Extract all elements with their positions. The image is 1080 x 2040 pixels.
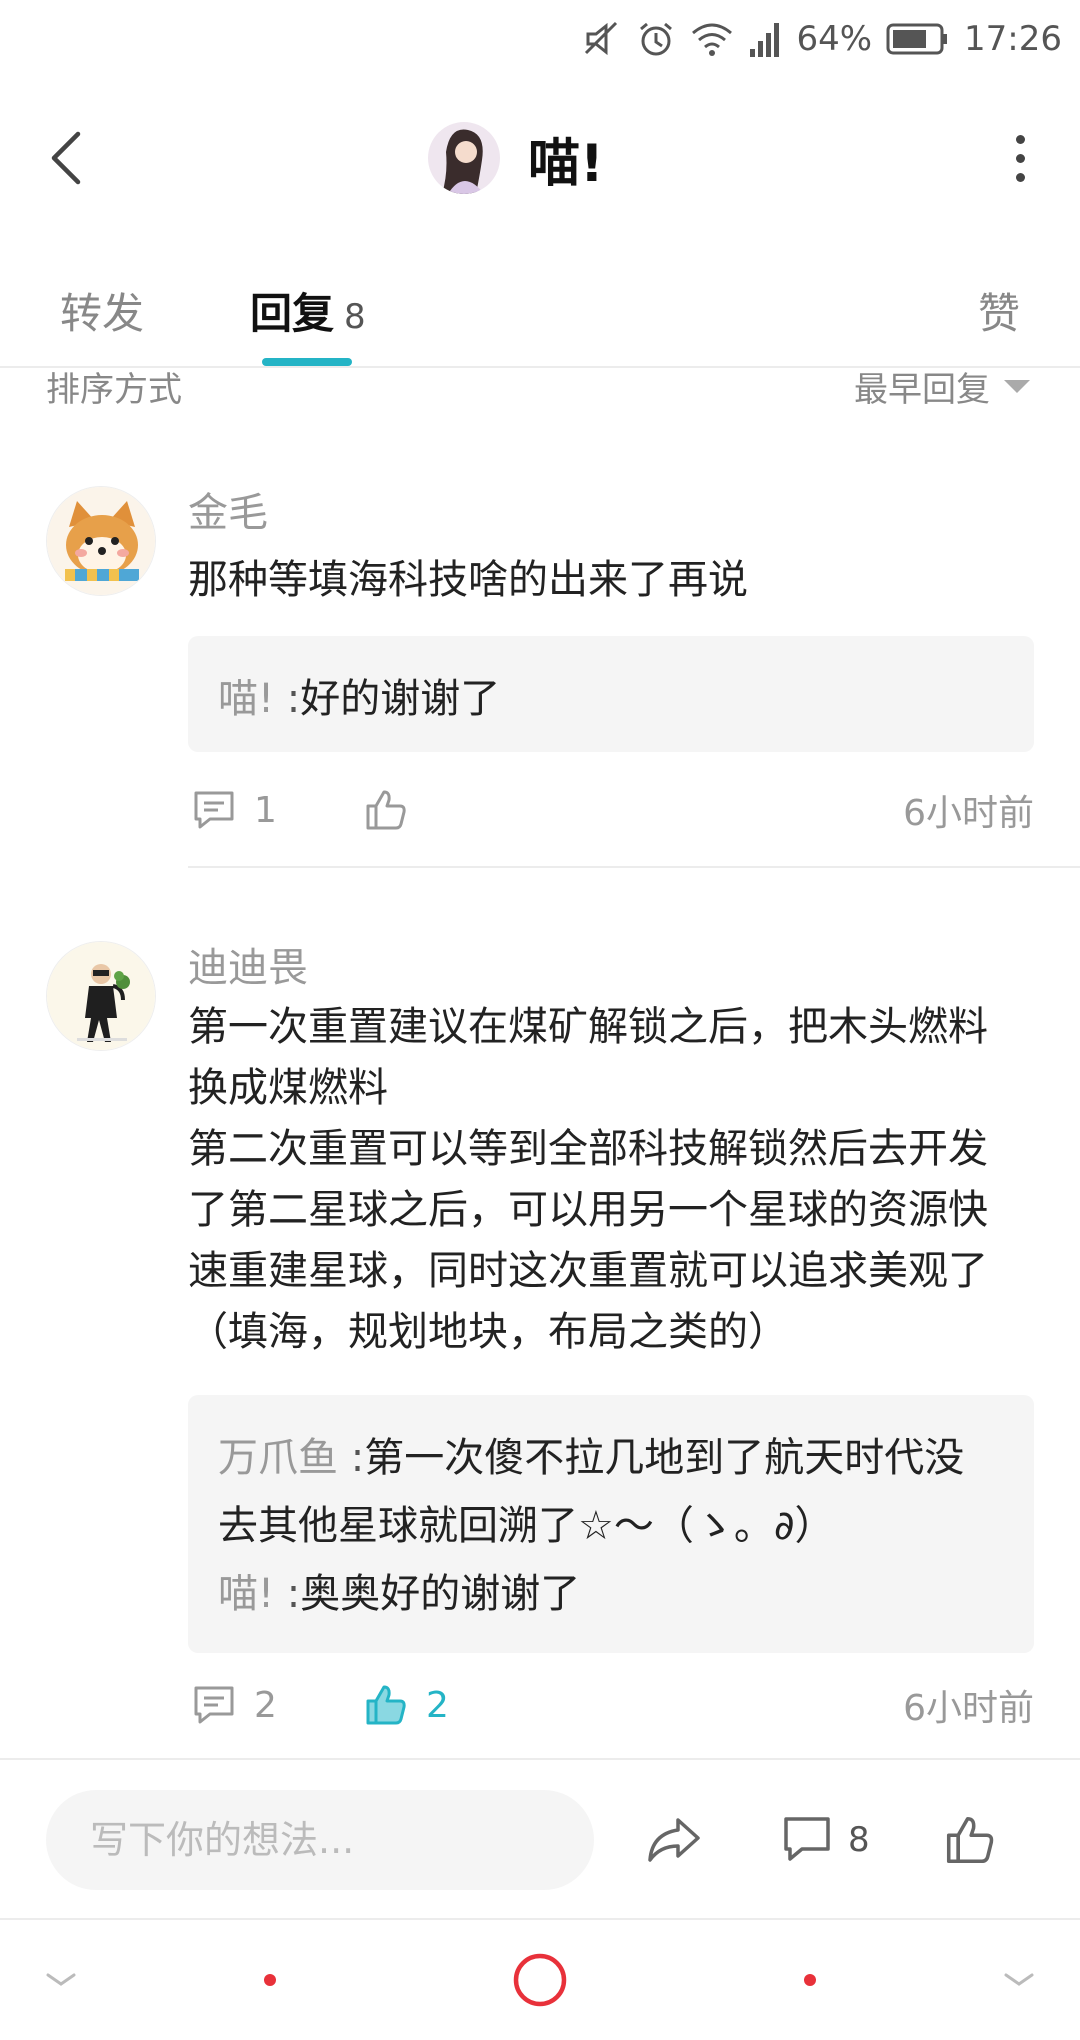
sort-bar: 排序方式 最早回复	[0, 360, 1080, 430]
back-button[interactable]	[36, 120, 96, 196]
reply-preview-box[interactable]: 喵! :好的谢谢了	[188, 636, 1034, 752]
tab-like[interactable]: 赞	[978, 280, 1020, 341]
divider	[188, 866, 1080, 868]
thumbs-up-icon	[946, 1816, 994, 1864]
comment-actions: 2 2 6小时前	[188, 1675, 1034, 1735]
reply-author: 万爪鱼	[218, 1435, 338, 1481]
like-post-button[interactable]	[944, 1800, 996, 1880]
reply-button[interactable]: 2	[192, 1675, 277, 1735]
reply-text: 奥奥好的谢谢了	[300, 1571, 581, 1617]
comments-count: 8	[848, 1820, 870, 1860]
sort-label: 排序方式	[46, 370, 182, 410]
share-button[interactable]	[644, 1800, 702, 1880]
caret-down-icon	[1004, 380, 1030, 393]
alarm-icon	[636, 19, 676, 59]
share-arrow-icon	[648, 1818, 700, 1862]
clock-time: 17:26	[964, 19, 1062, 59]
reply-author: 喵!	[218, 1571, 275, 1617]
thumbs-up-filled-icon	[366, 1685, 406, 1725]
reply-preview-box[interactable]: 万爪鱼 :第一次傻不拉几地到了航天时代没 去其他星球就回溯了☆～（ゝ。∂） 喵!…	[188, 1395, 1034, 1653]
reply-preview-line-cont: 去其他星球就回溯了☆～（ゝ。∂）	[218, 1493, 835, 1551]
chevron-down-icon	[46, 1973, 76, 1986]
dot-icon	[264, 1974, 276, 1986]
comment-text-line: 速重建星球，同时这次重置就可以追求美观了	[188, 1248, 988, 1294]
comment-text-line: （填海，规划地块，布局之类的）	[188, 1309, 788, 1355]
tab-bar: 转发 回复 8 赞	[0, 260, 1080, 368]
dot-icon	[804, 1974, 816, 1986]
tab-reply-count: 8	[344, 297, 366, 337]
reply-preview-line: 喵! :好的谢谢了	[218, 666, 500, 724]
comment-item: 迪迪畏 第一次重置建议在煤矿解锁之后，把木头燃料 换成煤燃料 第二次重置可以等到…	[0, 935, 1080, 1735]
nav-collapse-left-button[interactable]	[36, 1920, 86, 2040]
nav-collapse-right-button[interactable]	[994, 1920, 1044, 2040]
tab-forward[interactable]: 转发	[60, 280, 144, 341]
tab-reply-label: 回复	[250, 289, 335, 338]
reply-separator: :	[286, 676, 301, 722]
chevron-left-icon	[51, 131, 81, 185]
reply-separator: :	[350, 1435, 365, 1481]
comment-text-line: 第二次重置可以等到全部科技解锁然后去开发	[188, 1126, 988, 1172]
battery-icon	[886, 22, 950, 56]
comment-composer: 8	[0, 1758, 1080, 1920]
more-dots-icon	[1015, 134, 1025, 144]
home-circle-icon	[513, 1953, 567, 2007]
nav-recents-button[interactable]	[790, 1920, 830, 2040]
comment-text-line: 第一次重置建议在煤矿解锁之后，把木头燃料	[188, 1004, 988, 1050]
comment-bubble-icon	[194, 1686, 234, 1724]
comment-item: 金毛 那种等填海科技啥的出来了再说 喵! :好的谢谢了 1 6小时前	[0, 480, 1080, 866]
system-nav-bar	[0, 1920, 1080, 2040]
comment-text-line: 了第二星球之后，可以用另一个星球的资源快	[188, 1187, 988, 1233]
status-bar: 64% 17:26	[0, 0, 1080, 78]
comment-text: 那种等填海科技啥的出来了再说	[188, 557, 748, 603]
comment-actions: 1 6小时前	[188, 780, 1034, 840]
tab-reply[interactable]: 回复 8	[250, 280, 366, 341]
reply-text: 好的谢谢了	[300, 676, 501, 722]
page-title: 喵!	[528, 133, 604, 194]
reply-count: 1	[254, 789, 277, 831]
title-bar: 喵!	[0, 88, 1080, 228]
reply-text: 第一次傻不拉几地到了航天时代没	[364, 1435, 965, 1481]
reply-separator: :	[286, 1571, 301, 1617]
like-count: 2	[426, 1684, 449, 1726]
sort-value: 最早回复	[854, 370, 990, 410]
comment-author[interactable]: 金毛	[188, 480, 268, 538]
like-button[interactable]: 2	[364, 1675, 449, 1735]
avatar[interactable]	[46, 941, 156, 1051]
avatar[interactable]	[46, 486, 156, 596]
reply-button[interactable]: 1	[192, 780, 277, 840]
nav-home-button[interactable]	[510, 1920, 570, 2040]
wifi-icon	[690, 19, 734, 59]
signal-icon	[748, 19, 782, 59]
more-options-button[interactable]	[1000, 120, 1040, 196]
comment-input[interactable]	[46, 1790, 594, 1890]
thumbs-up-icon	[366, 790, 406, 830]
like-button[interactable]	[364, 780, 426, 840]
comment-time: 6小时前	[903, 793, 1034, 834]
reply-preview-line: 万爪鱼 :第一次傻不拉几地到了航天时代没	[218, 1425, 964, 1483]
comment-author[interactable]: 迪迪畏	[188, 935, 308, 993]
reply-text-cont: 去其他星球就回溯了☆～（ゝ。∂）	[218, 1503, 835, 1549]
comment-time: 6小时前	[903, 1688, 1034, 1729]
reply-preview-line: 喵! :奥奥好的谢谢了	[218, 1561, 580, 1619]
reply-count: 2	[254, 1684, 277, 1726]
chevron-down-icon	[1004, 1973, 1034, 1986]
mute-icon	[582, 19, 622, 59]
comment-text: 第一次重置建议在煤矿解锁之后，把木头燃料 换成煤燃料 第二次重置可以等到全部科技…	[188, 997, 1028, 1363]
nav-back-button[interactable]	[250, 1920, 290, 2040]
sort-dropdown[interactable]: 最早回复	[854, 362, 1030, 411]
comment-bubble-icon	[194, 791, 234, 829]
poster-avatar[interactable]	[428, 122, 500, 194]
comments-button[interactable]: 8	[782, 1800, 870, 1880]
battery-percent: 64%	[796, 19, 873, 59]
comment-text-line: 换成煤燃料	[188, 1065, 388, 1111]
reply-author: 喵!	[218, 676, 275, 722]
comment-bubble-icon	[784, 1817, 830, 1861]
